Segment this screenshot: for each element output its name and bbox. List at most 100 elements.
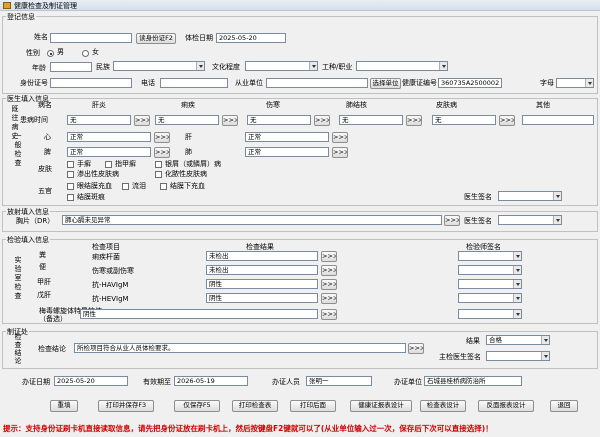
typhoid-field[interactable]: 无 [247, 115, 311, 125]
print-and-save-button[interactable]: 打印并保存F3 [98, 400, 154, 412]
sex-male-radio[interactable] [47, 50, 54, 57]
chevron-down-icon [196, 62, 204, 70]
spleen-label: 脾 [44, 148, 51, 156]
hepatitis-field[interactable]: 无 [67, 115, 131, 125]
back-report-design-button[interactable]: 反面报表设计 [478, 400, 534, 412]
ellipsis-icon[interactable]: >>> [321, 251, 337, 262]
hepatitis-header: 肝炎 [92, 101, 106, 109]
chest-xray-field[interactable]: 肺心膈未见异常 [62, 215, 442, 225]
letter-label: 字母 [540, 79, 554, 87]
facial-option-label: 结膜下充血 [170, 182, 205, 190]
ellipsis-icon[interactable]: >>> [154, 147, 170, 158]
sex-female-radio[interactable] [82, 50, 89, 57]
other-field[interactable] [522, 115, 594, 125]
save-only-button[interactable]: 仅保存F5 [174, 400, 220, 412]
id-number-field[interactable] [50, 78, 132, 88]
sex-label: 性别 [26, 49, 40, 57]
job-label: 工种/职业 [322, 63, 353, 71]
ellipsis-icon[interactable]: >>> [314, 115, 330, 126]
phone-field[interactable] [160, 78, 228, 88]
lab-result-field[interactable]: 未检出 [206, 251, 318, 261]
back-button[interactable]: 退回 [550, 400, 578, 412]
doctor-sign-select[interactable] [498, 191, 562, 201]
ellipsis-icon[interactable]: >>> [222, 115, 238, 126]
dysentery-field[interactable]: 无 [155, 115, 219, 125]
ellipsis-icon[interactable]: >>> [499, 115, 515, 126]
facial-option-checkbox[interactable] [67, 183, 74, 190]
lung-field[interactable]: 正常 [245, 147, 329, 157]
ellipsis-icon[interactable]: >>> [406, 115, 422, 126]
lab-sign-select[interactable] [458, 279, 522, 289]
cert-report-design-button[interactable]: 健康证报表设计 [350, 400, 412, 412]
lab-result-field[interactable]: 阴性 [80, 309, 318, 319]
conclusion-field[interactable]: 所检项目符合从业人员体检要求。 [74, 343, 406, 353]
letter-select[interactable] [556, 78, 594, 88]
heart-field[interactable]: 正常 [67, 132, 151, 142]
lab-result-field[interactable]: 未检出 [206, 265, 318, 275]
ellipsis-icon[interactable]: >>> [154, 132, 170, 143]
app-icon [3, 2, 11, 9]
liver-field[interactable]: 正常 [245, 132, 329, 142]
read-id-card-button[interactable]: 读身份证F2 [136, 33, 176, 44]
ellipsis-icon[interactable]: >>> [321, 265, 337, 276]
spleen-field[interactable]: 正常 [67, 147, 151, 157]
skin-disease-field[interactable]: 无 [432, 115, 496, 125]
ellipsis-icon[interactable]: >>> [321, 279, 337, 290]
reset-button[interactable]: 重填 [50, 400, 78, 412]
ellipsis-icon[interactable]: >>> [408, 343, 424, 354]
education-select[interactable] [245, 61, 318, 71]
xray-doctor-sign-select[interactable] [498, 215, 562, 225]
skin-label: 皮肤 [38, 165, 52, 173]
skin-option-checkbox[interactable] [155, 161, 162, 168]
employer-field[interactable] [266, 78, 368, 88]
facial-label: 五官 [38, 187, 52, 195]
facial-option-checkbox[interactable] [122, 183, 129, 190]
choose-employer-button[interactable]: 选择单位 [370, 78, 401, 89]
lab-sign-select[interactable] [458, 293, 522, 303]
issuing-unit-field[interactable]: 石城县桂桥病防治所 [424, 376, 522, 386]
valid-until-field[interactable]: 2026-05-19 [174, 376, 248, 386]
chief-doctor-select[interactable] [486, 351, 550, 361]
lab-group-label: 戊肝 [37, 291, 51, 299]
employer-label: 从业单位 [235, 79, 263, 87]
lab-sign-select[interactable] [458, 309, 522, 319]
lab-item-header: 检查项目 [92, 243, 120, 251]
exam-form-design-button[interactable]: 检查表设计 [420, 400, 466, 412]
staff-label: 办证人员 [272, 378, 300, 386]
ellipsis-icon[interactable]: >>> [321, 293, 337, 304]
dysentery-header: 痢疾 [181, 101, 195, 109]
print-back-button[interactable]: 打印后面 [290, 400, 336, 412]
ellipsis-icon[interactable]: >>> [332, 147, 348, 158]
facial-option-checkbox[interactable] [67, 194, 74, 201]
age-field[interactable] [50, 62, 92, 72]
skin-option-checkbox[interactable] [67, 171, 74, 178]
chevron-down-icon [513, 252, 521, 260]
lab-result-field[interactable]: 阴性 [206, 279, 318, 289]
exam-date-field[interactable]: 2025-05-20 [216, 33, 286, 43]
lab-sign-select[interactable] [458, 251, 522, 261]
heart-label: 心 [44, 133, 51, 141]
ellipsis-icon[interactable]: >>> [321, 309, 337, 320]
chevron-down-icon [513, 294, 521, 302]
staff-field[interactable]: 张明一 [306, 376, 372, 386]
issue-date-field[interactable]: 2025-05-20 [54, 376, 128, 386]
doctor-sign-label: 医生签名 [464, 193, 492, 201]
job-select[interactable] [356, 61, 448, 71]
lab-result-field[interactable]: 阴性 [206, 293, 318, 303]
skin-option-checkbox[interactable] [67, 161, 74, 168]
ellipsis-icon[interactable]: >>> [332, 132, 348, 143]
lab-sign-select[interactable] [458, 265, 522, 275]
cert-number-field[interactable]: 360735A2500002 [438, 78, 502, 88]
ethnic-select[interactable] [113, 61, 205, 71]
ellipsis-icon[interactable]: >>> [134, 115, 150, 126]
print-exam-form-button[interactable]: 打印检查表 [232, 400, 278, 412]
chevron-down-icon [513, 310, 521, 318]
skin-option-checkbox[interactable] [155, 171, 162, 178]
name-field[interactable] [50, 33, 132, 43]
tb-field[interactable]: 无 [339, 115, 403, 125]
lung-label: 肺 [185, 148, 192, 156]
skin-option-checkbox[interactable] [105, 161, 112, 168]
result-select[interactable]: 合格 [486, 335, 550, 345]
facial-option-checkbox[interactable] [160, 183, 167, 190]
ellipsis-icon[interactable]: >>> [444, 215, 460, 226]
